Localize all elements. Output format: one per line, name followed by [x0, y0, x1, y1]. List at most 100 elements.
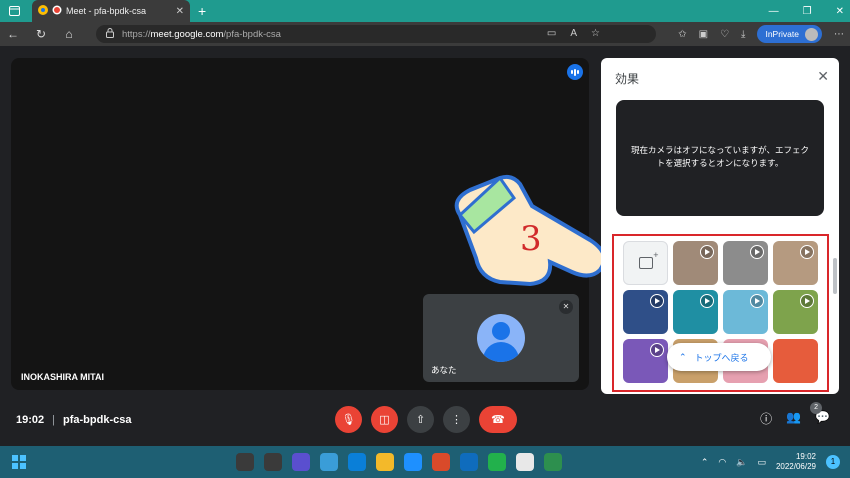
notification-badge[interactable]: 1	[826, 455, 840, 469]
clock-date: 2022/06/29	[775, 462, 816, 471]
windows-taskbar: ⌃ ◠ 🔈 ▭ 19:02 2022/06/29 1	[0, 446, 850, 478]
taskbar-app-icon[interactable]	[320, 453, 338, 471]
taskbar-app-icon[interactable]	[264, 453, 282, 471]
self-mic-off-icon: ✕	[559, 300, 573, 314]
leave-call-button[interactable]: ☎	[479, 406, 517, 433]
profile-avatar	[805, 27, 818, 41]
self-name-label: あなた	[431, 365, 457, 375]
camera-in-use-icon[interactable]: ▭	[547, 28, 556, 39]
favorites-icon[interactable]: ✩	[678, 29, 686, 40]
url-host: meet.google.com	[150, 28, 224, 40]
browser-tab-strip: Meet - pfa-bpdk-csa ✕ + — ❐ ✕	[0, 0, 850, 22]
background-effect-tile[interactable]	[623, 339, 668, 383]
self-avatar	[477, 314, 525, 362]
recording-icon	[52, 5, 62, 17]
more-options-button[interactable]: ⋮	[443, 406, 470, 433]
effects-preview: 現在カメラはオフになっていますが、エフェクトを選択するとオンになります。	[616, 100, 824, 216]
taskbar-clock[interactable]: 19:02 2022/06/29	[776, 452, 816, 472]
main-participant-name: INOKASHIRA MITAI	[21, 372, 104, 382]
back-to-top-label: トップへ戻る	[694, 352, 749, 363]
participants-count-badge: 2	[810, 402, 823, 414]
pointing-hand-illustration: 3	[454, 174, 607, 287]
tray-overflow-icon[interactable]: ⌃	[701, 457, 709, 468]
task-view-icon[interactable]	[12, 455, 26, 469]
time-separator: |	[52, 414, 55, 426]
taskbar-app-icon[interactable]	[516, 453, 534, 471]
upload-background-button[interactable]	[623, 241, 668, 285]
read-aloud-icon[interactable]: A	[570, 28, 577, 39]
play-animated-icon	[750, 245, 764, 259]
effects-close-icon[interactable]: ✕	[817, 68, 829, 85]
people-icon: 👥	[786, 410, 802, 424]
taskbar-app-icon[interactable]	[488, 453, 506, 471]
wifi-icon[interactable]: ◠	[718, 457, 726, 468]
speaker-icon[interactable]: 🔈	[736, 457, 747, 468]
taskbar-app-icon[interactable]	[348, 453, 366, 471]
play-animated-icon	[650, 343, 664, 357]
taskbar-app-icon[interactable]	[292, 453, 310, 471]
effects-selection-area: ⌃ トップへ戻る	[612, 234, 829, 392]
speaking-indicator-icon	[567, 64, 583, 80]
url-path: /pfa-bpdk-csa	[223, 28, 281, 40]
taskbar-app-icon[interactable]	[460, 453, 478, 471]
meet-stage: INOKASHIRA MITAI ✕ あなた 3 効果 ✕ 現在カメラはオフにな…	[0, 46, 850, 446]
background-effect-tile[interactable]	[773, 290, 818, 334]
battery-icon[interactable]: ▭	[757, 457, 766, 468]
reload-icon[interactable]: ↻	[34, 27, 48, 41]
tab-close-icon[interactable]: ✕	[176, 6, 184, 17]
taskbar-app-icon[interactable]	[432, 453, 450, 471]
new-tab-button[interactable]: +	[198, 3, 206, 19]
effects-title: 効果	[615, 72, 640, 86]
settings-more-icon[interactable]: ⋯	[834, 29, 844, 40]
taskbar-app-icon[interactable]	[544, 453, 562, 471]
background-effect-tile[interactable]	[723, 241, 768, 285]
panel-scrollbar[interactable]	[833, 258, 837, 294]
add-favorite-icon[interactable]: ☆	[591, 28, 600, 39]
present-icon: ⇧	[415, 414, 426, 426]
window-close-button[interactable]: ✕	[836, 6, 844, 17]
tab-actions-icon[interactable]	[0, 0, 28, 22]
taskbar-app-icon[interactable]	[236, 453, 254, 471]
meeting-time: 19:02	[16, 414, 45, 426]
play-animated-icon	[700, 294, 714, 308]
mic-off-icon: 🎙	[341, 414, 356, 426]
self-video-tile[interactable]: ✕ あなた	[423, 294, 579, 382]
present-screen-button[interactable]: ⇧	[407, 406, 434, 433]
collections-icon[interactable]: ▣	[699, 29, 708, 40]
camera-off-button[interactable]: ◫	[371, 406, 398, 433]
home-icon[interactable]: ⌂	[62, 27, 76, 41]
background-effect-tile[interactable]	[673, 241, 718, 285]
address-toolbar: ← ↻ ⌂ https://meet.google.com/pfa-bpdk-c…	[0, 22, 850, 46]
background-effect-tile[interactable]	[623, 290, 668, 334]
browser-essentials-icon[interactable]: ♡	[720, 29, 729, 40]
participants-button[interactable]: 👥 2	[786, 402, 823, 427]
downloads-icon[interactable]: ⤓	[741, 29, 745, 40]
background-effect-tile[interactable]	[773, 339, 818, 383]
play-animated-icon	[800, 245, 814, 259]
mic-off-button[interactable]: 🎙	[335, 406, 362, 433]
meeting-code: pfa-bpdk-csa	[63, 414, 132, 426]
play-animated-icon	[750, 294, 764, 308]
window-minimize-button[interactable]: —	[769, 6, 779, 17]
tab-title: Meet - pfa-bpdk-csa	[66, 6, 147, 16]
background-effect-tile[interactable]	[723, 290, 768, 334]
inprivate-label: InPrivate	[765, 29, 799, 39]
play-animated-icon	[800, 294, 814, 308]
clock-time: 19:02	[795, 452, 816, 461]
hang-up-icon: ☎	[491, 414, 505, 426]
background-effect-tile[interactable]	[773, 241, 818, 285]
annotation-number: 3	[520, 219, 542, 259]
taskbar-app-icon[interactable]	[404, 453, 422, 471]
camera-off-icon: ◫	[379, 414, 390, 426]
meeting-info-icon[interactable]: ⓘ	[760, 410, 772, 427]
background-effect-tile[interactable]	[673, 290, 718, 334]
effects-panel: 効果 ✕ 現在カメラはオフになっていますが、エフェクトを選択するとオンになります…	[601, 58, 839, 394]
taskbar-app-icon[interactable]	[376, 453, 394, 471]
url-protocol: https://	[122, 28, 151, 40]
inprivate-badge[interactable]: InPrivate	[757, 25, 822, 43]
back-to-top-button[interactable]: ⌃ トップへ戻る	[667, 343, 771, 371]
back-arrow-icon[interactable]: ←	[6, 27, 20, 41]
browser-tab-meet[interactable]: Meet - pfa-bpdk-csa ✕	[32, 0, 190, 22]
window-restore-button[interactable]: ❐	[803, 6, 812, 17]
play-animated-icon	[700, 245, 714, 259]
